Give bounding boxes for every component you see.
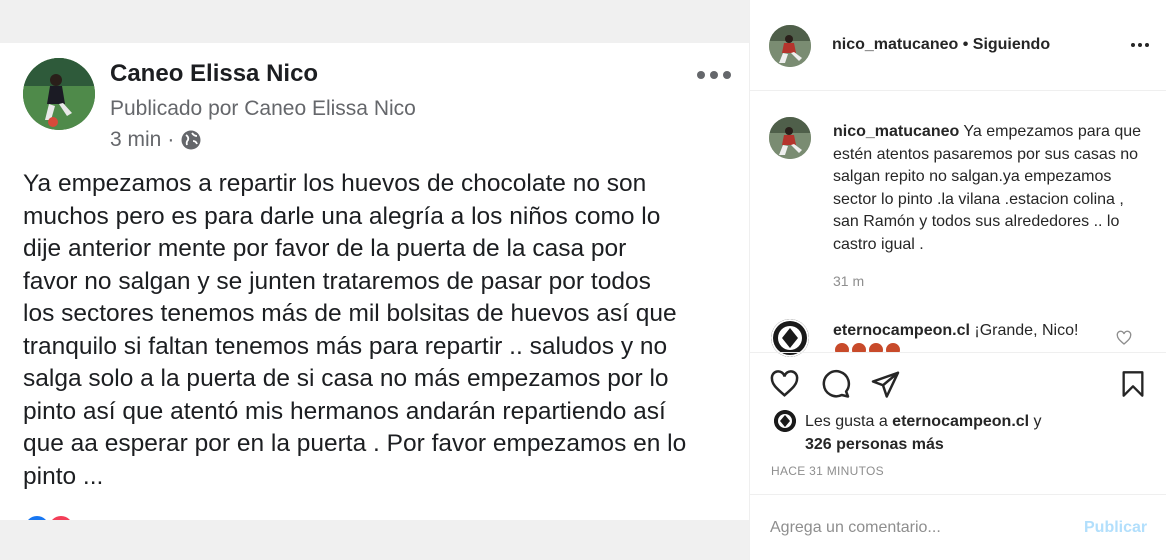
paper-plane-icon[interactable] bbox=[870, 369, 901, 399]
post-time: 3 min bbox=[110, 128, 162, 151]
header-username-row: nico_matucaneo • Siguiendo bbox=[832, 36, 1050, 54]
post-header: nico_matucaneo • Siguiendo bbox=[750, 0, 1166, 91]
heart-icon[interactable] bbox=[1116, 330, 1132, 346]
comment-body: ¡Grande, Nico! bbox=[969, 322, 1079, 339]
header-separator: • bbox=[958, 36, 973, 53]
likes-text: Les gusta a eternocampeon.cl y 326 perso… bbox=[805, 410, 1135, 456]
add-comment-bar: Publicar bbox=[750, 494, 1166, 560]
caption-time: 31 m bbox=[833, 273, 865, 289]
post-image: Caneo Elissa Nico Publicado por Caneo El… bbox=[0, 0, 749, 560]
publish-button[interactable]: Publicar bbox=[1084, 519, 1147, 537]
comment-input[interactable] bbox=[770, 519, 1060, 537]
posted-ago[interactable]: HACE 31 MINUTOS bbox=[771, 464, 884, 478]
bookmark-icon[interactable] bbox=[1119, 369, 1147, 399]
caption-text: nico_matucaneo Ya empezamos para que est… bbox=[833, 121, 1143, 256]
action-bar bbox=[750, 352, 1166, 414]
comment-bubble-icon[interactable] bbox=[820, 369, 851, 399]
published-by: Publicado por Caneo Elissa Nico bbox=[110, 97, 416, 120]
meta-separator: · bbox=[167, 128, 175, 151]
author-avatar bbox=[23, 58, 95, 130]
love-reaction-icon bbox=[47, 514, 75, 520]
likes-count[interactable]: 326 personas más bbox=[805, 436, 944, 453]
following-button[interactable]: Siguiendo bbox=[973, 36, 1050, 53]
comment-text: eternocampeon.cl ¡Grande, Nico! bbox=[833, 322, 1078, 340]
more-horizontal-icon bbox=[697, 65, 731, 85]
instagram-sidebar: nico_matucaneo • Siguiendo nico_matucane… bbox=[749, 0, 1166, 560]
comment-username[interactable]: eternocampeon.cl bbox=[833, 322, 970, 339]
post-meta: 3 min · bbox=[110, 128, 202, 152]
globe-icon bbox=[180, 129, 202, 151]
like-reaction-icon bbox=[23, 514, 51, 520]
caption-avatar[interactable] bbox=[769, 117, 811, 159]
more-horizontal-icon[interactable] bbox=[1131, 43, 1149, 49]
likes-middle: y bbox=[1029, 413, 1046, 430]
liker-avatar[interactable] bbox=[774, 410, 796, 432]
facebook-post-card: Caneo Elissa Nico Publicado por Caneo El… bbox=[0, 43, 749, 520]
header-avatar[interactable] bbox=[769, 25, 811, 67]
likes-user[interactable]: eternocampeon.cl bbox=[892, 413, 1029, 430]
post-body: Ya empezamos a repartir los huevos de ch… bbox=[23, 170, 687, 490]
reaction-icons bbox=[23, 514, 75, 520]
caption-body: Ya empezamos para que estén atentos pasa… bbox=[833, 123, 1142, 253]
heart-icon[interactable] bbox=[769, 369, 800, 399]
likes-prefix: Les gusta a bbox=[805, 413, 893, 430]
author-name: Caneo Elissa Nico bbox=[110, 60, 319, 87]
header-username[interactable]: nico_matucaneo bbox=[832, 36, 958, 53]
caption-username[interactable]: nico_matucaneo bbox=[833, 123, 959, 140]
